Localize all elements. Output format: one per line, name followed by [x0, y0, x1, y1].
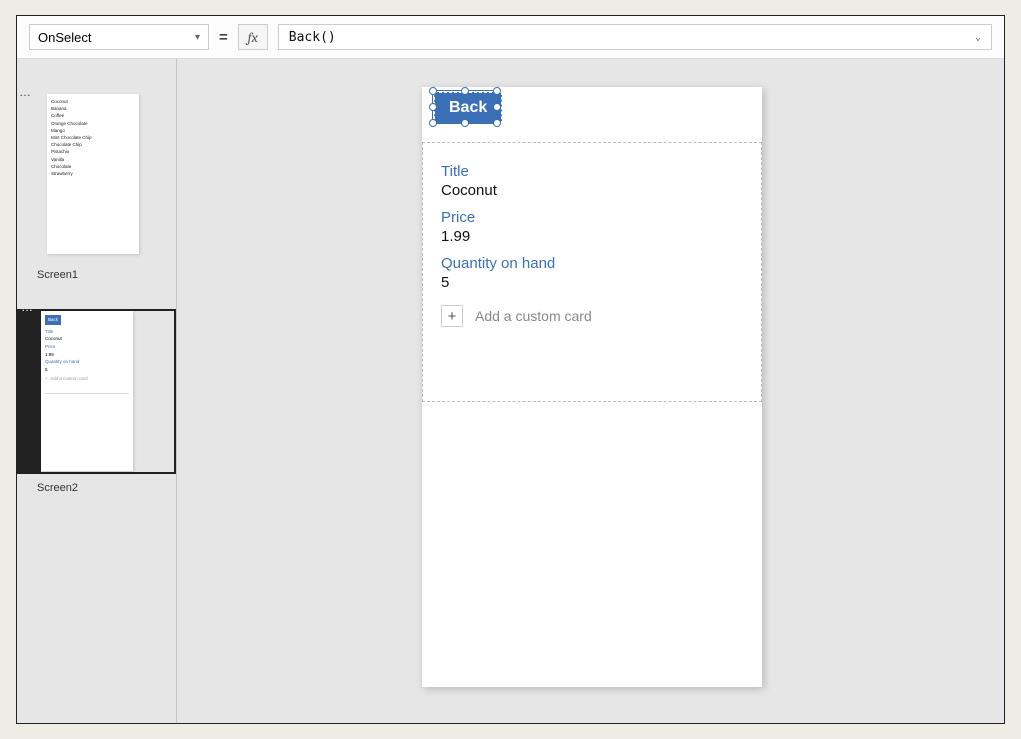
- title-value: Coconut: [441, 182, 743, 199]
- workarea: … Coconut Banana Coffee Orange Chocolate…: [17, 59, 1004, 723]
- equals-sign: =: [219, 29, 228, 46]
- label-mini: Quantity on hand: [45, 358, 129, 366]
- screens-panel: … Coconut Banana Coffee Orange Chocolate…: [17, 59, 177, 723]
- title-label: Title: [441, 163, 743, 180]
- property-dropdown-value: OnSelect: [38, 30, 91, 45]
- formula-bar: OnSelect ▾ = fx Back() ⌄: [17, 16, 1004, 59]
- screen1-label: Screen1: [37, 269, 176, 281]
- list-item: Vanilla: [51, 156, 135, 163]
- value-mini: Coconut: [45, 335, 129, 343]
- list-item: Chocolate Chip: [51, 141, 135, 148]
- list-item: Mango: [51, 127, 135, 134]
- label-mini: Title: [45, 328, 129, 336]
- back-button-mini: Back: [45, 315, 61, 325]
- formula-input[interactable]: Back() ⌄: [278, 24, 992, 50]
- list-item: Orange Chocolate: [51, 120, 135, 127]
- fx-icon[interactable]: fx: [238, 24, 268, 50]
- quantity-value: 5: [441, 274, 743, 291]
- screen2-thumbnail[interactable]: … Back Title Coconut Price 1.99 Quantity…: [17, 309, 176, 474]
- list-item: Chocolate: [51, 163, 135, 170]
- screen2-label: Screen2: [37, 482, 176, 494]
- add-custom-card-label: Add a custom card: [475, 308, 592, 324]
- ellipsis-icon[interactable]: …: [21, 304, 33, 310]
- list-item: Pistachio: [51, 148, 135, 155]
- label-mini: Price: [45, 343, 129, 351]
- price-value: 1.99: [441, 228, 743, 245]
- phone-frame: Back Title Coconut Price 1.99: [422, 87, 762, 687]
- plus-icon: +: [441, 305, 463, 327]
- back-button[interactable]: Back: [434, 92, 502, 124]
- value-mini: 5: [45, 366, 129, 374]
- price-label: Price: [441, 209, 743, 226]
- chevron-down-icon[interactable]: ⌄: [975, 32, 981, 43]
- add-mini: Add a custom card: [50, 376, 88, 381]
- chevron-down-icon: ▾: [195, 32, 200, 43]
- screen1-thumbnail[interactable]: … Coconut Banana Coffee Orange Chocolate…: [17, 94, 176, 254]
- ellipsis-icon[interactable]: …: [19, 89, 31, 95]
- list-item: Mint Chocolate Chip: [51, 134, 135, 141]
- value-mini: 1.99: [45, 351, 129, 359]
- app-frame: OnSelect ▾ = fx Back() ⌄ … Coconut Banan…: [16, 15, 1005, 724]
- formula-text: Back(): [289, 30, 336, 45]
- screen1-preview: Coconut Banana Coffee Orange Chocolate M…: [47, 94, 139, 254]
- form-area[interactable]: Title Coconut Price 1.99 Quantity on han…: [422, 142, 762, 402]
- design-canvas[interactable]: Back Title Coconut Price 1.99: [177, 59, 1004, 723]
- list-item: Coconut: [51, 98, 135, 105]
- list-item: Coffee: [51, 112, 135, 119]
- screen2-dark-strip: [19, 311, 41, 472]
- screen2-preview: Back Title Coconut Price 1.99 Quantity o…: [41, 311, 133, 471]
- add-custom-card[interactable]: + Add a custom card: [441, 305, 743, 327]
- list-item: Banana: [51, 105, 135, 112]
- property-dropdown[interactable]: OnSelect ▾: [29, 24, 209, 50]
- quantity-label: Quantity on hand: [441, 255, 743, 272]
- list-item: Strawberry: [51, 170, 135, 177]
